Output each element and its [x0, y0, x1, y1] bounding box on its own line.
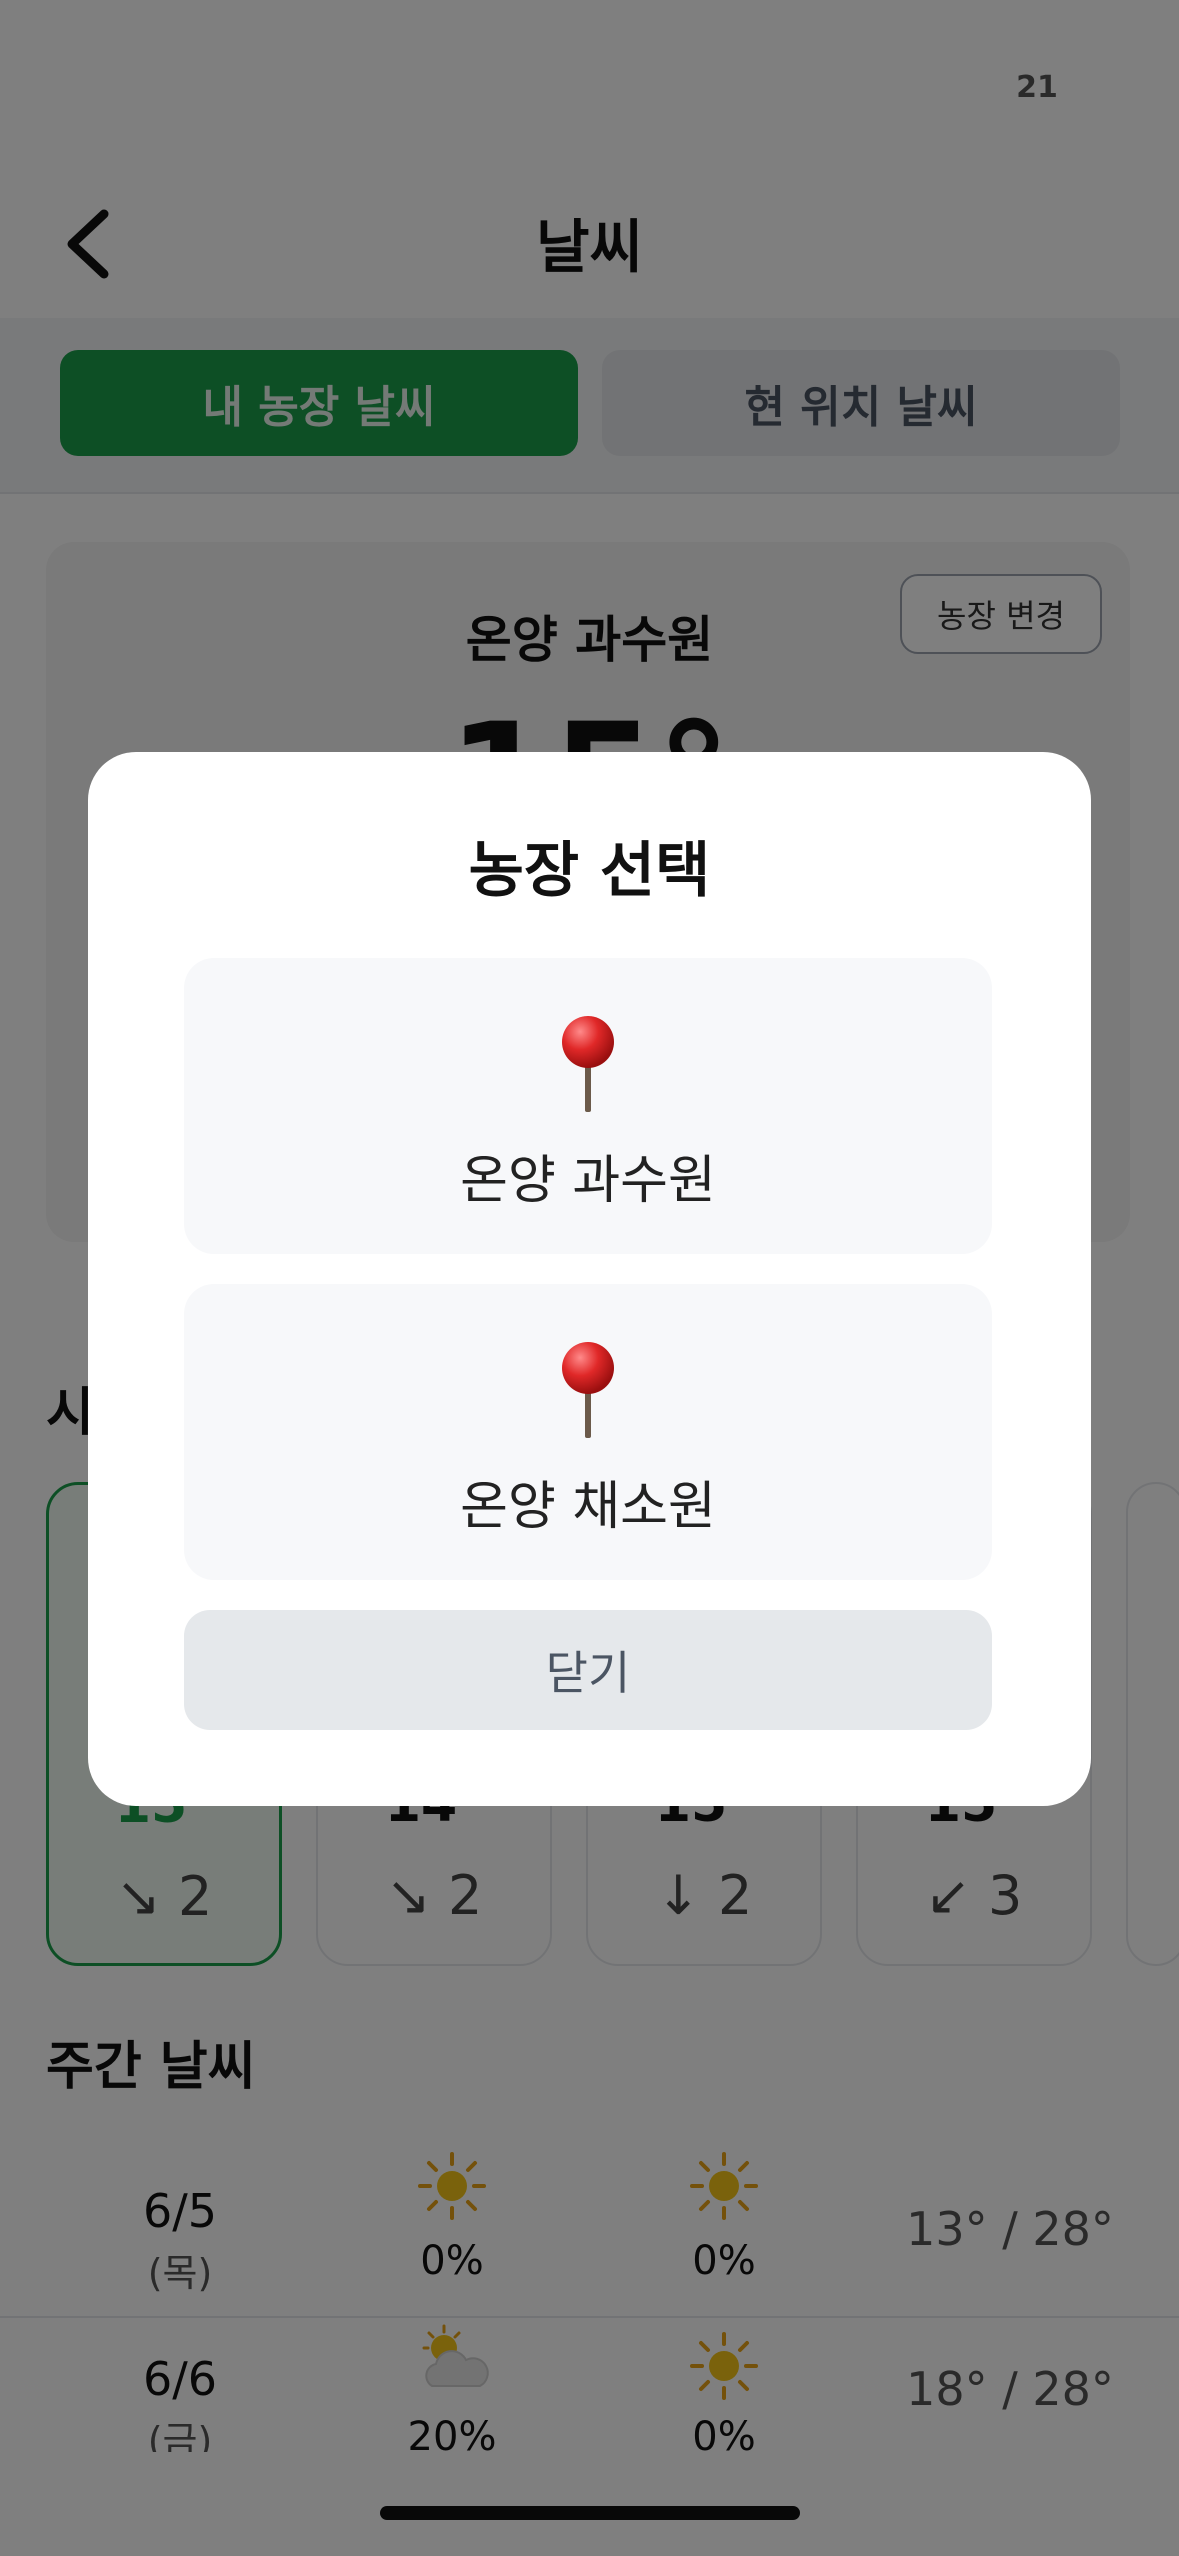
- farm-option[interactable]: 온양 과수원: [184, 958, 992, 1254]
- pushpin-icon: [562, 1342, 614, 1438]
- farm-option-label: 온양 채소원: [460, 1477, 716, 1537]
- modal-title: 농장 선택: [468, 836, 711, 906]
- pushpin-icon: [562, 1016, 614, 1112]
- farm-option[interactable]: 온양 채소원: [184, 1284, 992, 1580]
- farm-option-label: 온양 과수원: [460, 1151, 716, 1211]
- close-button[interactable]: 닫기: [184, 1610, 992, 1730]
